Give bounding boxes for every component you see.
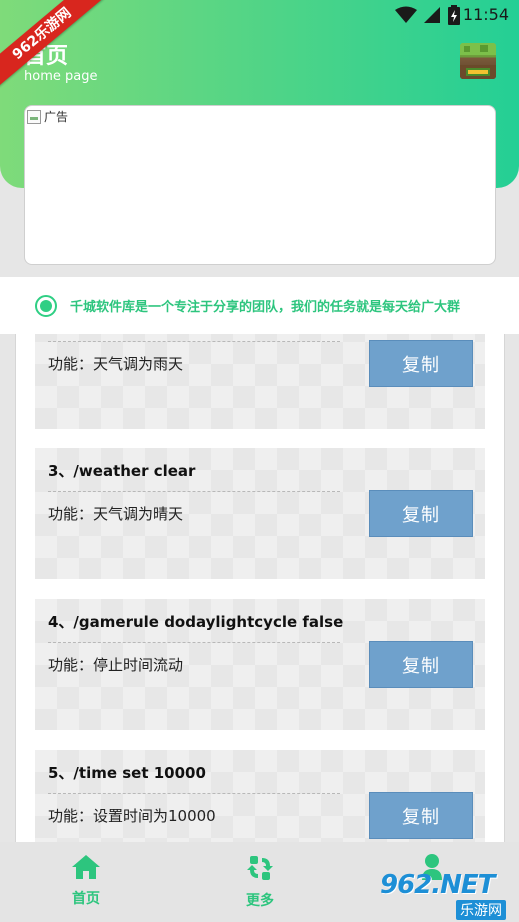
- copy-button[interactable]: 复制: [369, 792, 473, 839]
- command-list[interactable]: 功能：天气调为雨天 复制 3、/weather clear 功能：天气调为晴天 …: [15, 334, 505, 842]
- copy-button[interactable]: 复制: [369, 340, 473, 387]
- command-card: 5、/time set 10000 功能：设置时间为10000 复制: [35, 750, 485, 842]
- status-time: 11:54: [462, 5, 509, 24]
- home-icon: [72, 855, 100, 879]
- command-function: 功能：天气调为晴天: [48, 505, 184, 523]
- card-divider: [48, 793, 340, 794]
- nav-item-more[interactable]: 更多: [220, 854, 300, 910]
- signal-icon: [424, 7, 440, 23]
- card-divider: [48, 491, 340, 492]
- card-divider: [48, 341, 340, 342]
- nav-label-more: 更多: [246, 893, 274, 909]
- command-card: 3、/weather clear 功能：天气调为晴天 复制: [35, 448, 485, 579]
- command-function: 功能：设置时间为10000: [48, 807, 216, 825]
- nav-label-home: 首页: [72, 891, 100, 907]
- notice-text: 千城软件库是一个专注于分享的团队，我们的任务就是每天给广大群: [70, 300, 461, 315]
- command-text: 3、/weather clear: [48, 462, 196, 480]
- ad-alt-text: 广告: [44, 110, 69, 124]
- nav-item-home[interactable]: 首页: [46, 854, 126, 908]
- battery-icon: [448, 5, 460, 25]
- copy-button[interactable]: 复制: [369, 641, 473, 688]
- command-text: 5、/time set 10000: [48, 764, 206, 782]
- command-card: 功能：天气调为雨天 复制: [35, 334, 485, 429]
- command-text: 4、/gamerule dodaylightcycle false: [48, 613, 344, 631]
- game-logo-icon: [460, 43, 496, 79]
- refresh-icon: [247, 856, 273, 880]
- watermark-sub: 乐游网: [456, 900, 506, 920]
- command-function: 功能：停止时间流动: [48, 656, 184, 674]
- page-subtitle: home page: [24, 69, 98, 84]
- broken-image-icon: [27, 109, 41, 124]
- ad-banner[interactable]: 广告: [24, 105, 496, 265]
- app-logo[interactable]: [460, 43, 496, 79]
- notice-bar: 千城软件库是一个专注于分享的团队，我们的任务就是每天给广大群: [0, 277, 519, 334]
- site-watermark: 962.NET 乐游网: [378, 870, 518, 922]
- ad-placeholder: 广告: [27, 108, 68, 125]
- command-function: 功能：天气调为雨天: [48, 355, 184, 373]
- notice-dot-icon: [35, 295, 57, 317]
- wifi-icon: [395, 6, 417, 23]
- watermark-main: 962.NET: [380, 870, 495, 900]
- command-card: 4、/gamerule dodaylightcycle false 功能：停止时…: [35, 599, 485, 730]
- copy-button[interactable]: 复制: [369, 490, 473, 537]
- card-divider: [48, 642, 340, 643]
